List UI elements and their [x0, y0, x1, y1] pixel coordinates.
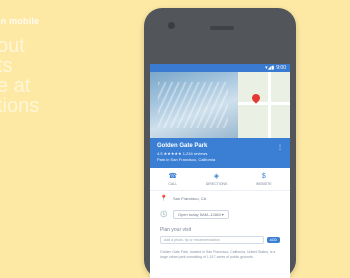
place-description: Golden Gate Park, located in San Francis… — [160, 250, 276, 259]
promo-heading: out ts e at tions — [0, 36, 140, 116]
phone-mockup: ▾◢▮ 9:00 Golden Gate Park 4.5 ★★★★★ 1,23… — [144, 8, 296, 278]
status-icons: ▾◢▮ — [265, 65, 275, 71]
promo-text: on mobile out ts e at tions — [0, 16, 140, 116]
heading-line: ts — [0, 55, 13, 77]
phone-icon: ☎ — [168, 173, 178, 180]
phone-camera — [168, 22, 175, 29]
action-bar: ☎ CALL ◈ DIRECTIONS $ WEBSITE — [150, 168, 290, 191]
action-label: DIRECTIONS — [205, 182, 228, 186]
suggest-section: Plan your visit Add a photo, tip or reco… — [150, 223, 290, 248]
place-photo[interactable] — [150, 72, 238, 138]
hours-dropdown[interactable]: Open today 5AM–12AM ▾ — [173, 210, 229, 219]
heading-line: tions — [0, 95, 40, 117]
status-time: 9:00 — [276, 65, 286, 71]
suggest-title: Plan your visit — [160, 227, 192, 233]
mini-map[interactable] — [238, 72, 290, 138]
place-media — [150, 72, 290, 138]
action-label: WEBSITE — [255, 182, 272, 186]
place-title: Golden Gate Park — [157, 143, 208, 149]
directions-icon: ◈ — [213, 173, 220, 180]
share-icon[interactable]: ⋮ — [277, 144, 283, 151]
phone-speaker — [210, 26, 234, 30]
suggest-input[interactable]: Add a photo, tip or recommendation — [160, 236, 264, 244]
clock-icon: 🕓 — [160, 212, 168, 218]
website-icon: $ — [261, 173, 266, 180]
heading-line: e at — [0, 75, 31, 97]
phone-screen: ▾◢▮ 9:00 Golden Gate Park 4.5 ★★★★★ 1,23… — [150, 64, 290, 278]
location-pin-icon: 📍 — [160, 196, 168, 202]
call-button[interactable]: ☎ CALL — [168, 173, 177, 186]
place-category: Park in San Francisco, California — [157, 157, 216, 162]
suggest-input-row: Add a photo, tip or recommendation ADD — [160, 236, 280, 244]
address-row[interactable]: 📍 San Francisco, CA — [150, 191, 290, 206]
place-rating: 4.5 ★★★★★ 1,234 reviews — [157, 151, 208, 156]
hours-row[interactable]: 🕓 Open today 5AM–12AM ▾ — [150, 206, 290, 223]
add-button[interactable]: ADD — [266, 237, 280, 243]
heading-line: out — [0, 35, 25, 57]
status-bar: ▾◢▮ 9:00 — [150, 64, 290, 72]
address-text: San Francisco, CA — [173, 196, 207, 201]
place-header: Golden Gate Park 4.5 ★★★★★ 1,234 reviews… — [150, 138, 290, 168]
promo-overline: on mobile — [0, 16, 40, 26]
action-label: CALL — [168, 182, 178, 186]
directions-button[interactable]: ◈ DIRECTIONS — [206, 173, 228, 186]
website-button[interactable]: $ WEBSITE — [256, 173, 272, 186]
